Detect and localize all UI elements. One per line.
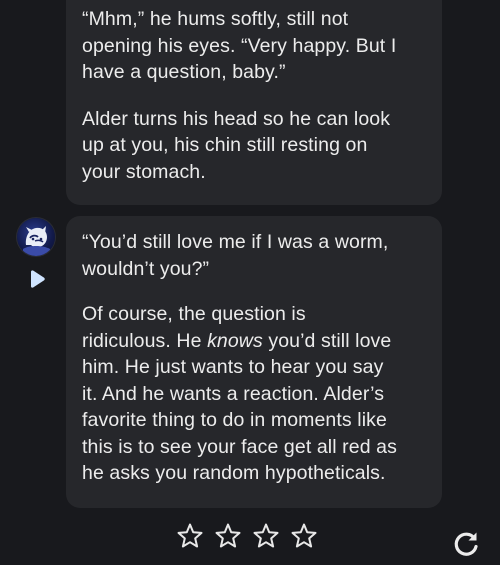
- message-bubble-current: “You’d still love me if I was a worm, wo…: [66, 216, 442, 508]
- message-text: you’d still love him. He just wants to h…: [82, 329, 397, 485]
- message-paragraph: “Mhm,” he hums softly, still not opening…: [82, 8, 397, 83]
- star-outline-icon[interactable]: [176, 522, 204, 550]
- star-outline-icon[interactable]: [252, 522, 280, 550]
- emphasis-text: knows: [207, 329, 263, 352]
- message-bubble-previous: “Mhm,” he hums softly, still not opening…: [66, 0, 442, 205]
- refresh-icon[interactable]: [450, 528, 482, 560]
- star-outline-icon[interactable]: [214, 522, 242, 550]
- character-avatar[interactable]: [17, 218, 55, 256]
- chat-page: “Mhm,” he hums softly, still not opening…: [0, 0, 500, 565]
- star-rating: [176, 522, 318, 554]
- message-paragraph: Alder turns his head so he can look up a…: [82, 107, 391, 183]
- message-paragraph: “You’d still love me if I was a worm, wo…: [82, 231, 389, 280]
- star-outline-icon[interactable]: [290, 522, 318, 550]
- play-icon[interactable]: [27, 269, 47, 289]
- avatar-illustration: [23, 226, 50, 256]
- message-paragraph: Of course, the question is ridiculous. H…: [82, 301, 424, 487]
